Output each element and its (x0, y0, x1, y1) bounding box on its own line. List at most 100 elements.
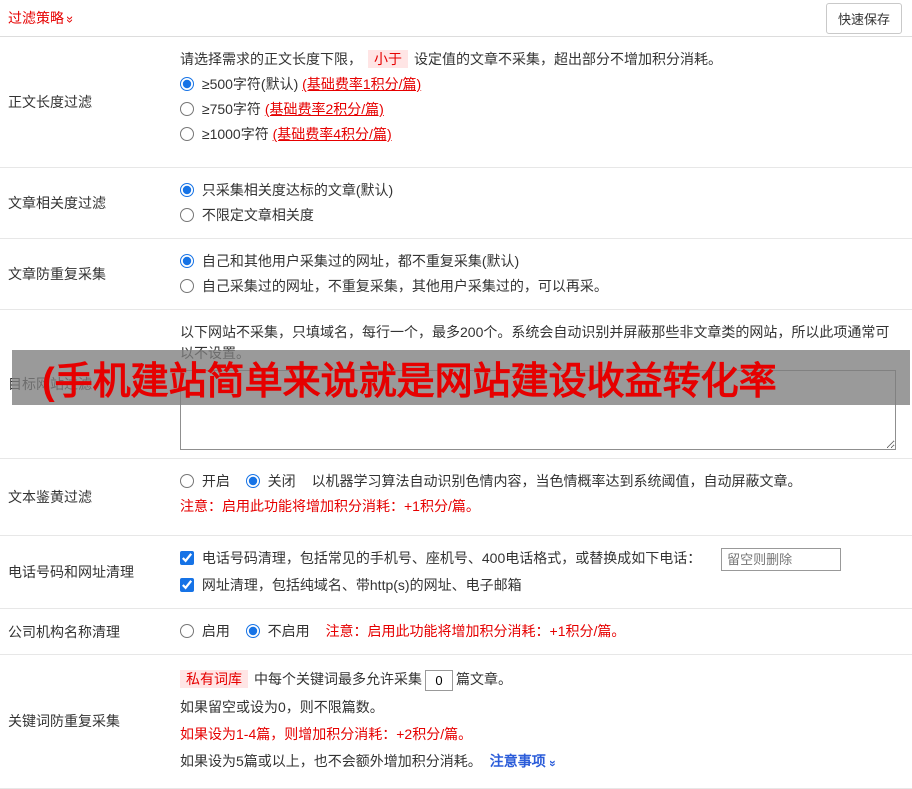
company-clean-label: 公司机构名称清理 (0, 609, 180, 654)
limit-text: 中每个关键词最多允许采集 (254, 671, 422, 687)
row-relevance-filter: 文章相关度过滤 只采集相关度达标的文章(默认) 不限定文章相关度 (0, 168, 912, 239)
dedup-radio-own[interactable] (180, 279, 194, 293)
quick-save-button[interactable]: 快速保存 (826, 3, 902, 34)
row-keyword-dedup: 关键词防重复采集 私有词库中每个关键词最多允许采集 篇文章。 如果留空或设为0，则… (0, 655, 912, 789)
company-radio-on[interactable] (180, 624, 194, 638)
phone-clean-option[interactable]: 电话号码清理，包括常见的手机号、座机号、400电话格式，或替换成如下电话： (180, 550, 705, 566)
row-label-text: 正文长度过滤 (8, 92, 92, 112)
page-title: 过滤策略 (8, 10, 64, 26)
url-clean-option[interactable]: 网址清理，包括纯域名、带http(s)的网址、电子邮箱 (180, 577, 522, 593)
company-radio-off[interactable] (246, 624, 260, 638)
header-bar: 过滤策略» 快速保存 (0, 0, 912, 37)
porn-radio-on[interactable] (180, 474, 194, 488)
row-label-text: 公司机构名称清理 (8, 622, 120, 642)
url-clean-checkbox[interactable] (180, 578, 194, 592)
length-intro: 请选择需求的正文长度下限， 小于设定值的文章不采集，超出部分不增加积分消耗。 (180, 49, 902, 70)
notice-link[interactable]: 注意事项» (490, 753, 556, 769)
row-length-filter: 正文长度过滤 请选择需求的正文长度下限， 小于设定值的文章不采集，超出部分不增加积… (0, 37, 912, 168)
relevance-option-any[interactable]: 不限定文章相关度 (180, 207, 314, 223)
dedup-option-global[interactable]: 自己和其他用户采集过的网址，都不重复采集(默认) (180, 253, 519, 269)
phone-clean-checkbox[interactable] (180, 551, 194, 565)
length-option-1000[interactable]: ≥1000字符 (基础费率4积分/篇) (180, 126, 392, 142)
company-clean-note: 注意：启用此功能将增加积分消耗：+1积分/篇。 (326, 623, 626, 639)
row-label-text: 文章相关度过滤 (8, 193, 106, 213)
option-label: ≥1000字符 (202, 126, 273, 142)
porn-filter-desc: 以机器学习算法自动识别色情内容，当色情概率达到系统阈值，自动屏蔽文章。 (312, 473, 802, 489)
notice-link-label: 注意事项 (490, 753, 546, 769)
option-label: 自己采集过的网址，不重复采集，其他用户采集过的，可以再采。 (202, 278, 608, 294)
porn-filter-content: 开启 关闭 以机器学习算法自动识别色情内容，当色情概率达到系统阈值，自动屏蔽文章… (180, 459, 912, 535)
intro-suffix: 设定值的文章不采集，超出部分不增加积分消耗。 (414, 51, 722, 67)
length-filter-label: 正文长度过滤 (0, 37, 180, 167)
option-label: 只采集相关度达标的文章(默认) (202, 182, 393, 198)
keyword-limit-row: 私有词库中每个关键词最多允许采集 篇文章。 (180, 669, 902, 691)
porn-option-row: 开启 关闭 以机器学习算法自动识别色情内容，当色情概率达到系统阈值，自动屏蔽文章… (180, 471, 902, 492)
row-label-text: 文章防重复采集 (8, 264, 106, 284)
dedup-option-own[interactable]: 自己采集过的网址，不重复采集，其他用户采集过的，可以再采。 (180, 278, 608, 294)
phone-url-clean-label: 电话号码和网址清理 (0, 536, 180, 608)
relevance-option-strict[interactable]: 只采集相关度达标的文章(默认) (180, 182, 393, 198)
dedup-radio-global[interactable] (180, 254, 194, 268)
keyword-note-five: 如果设为5篇或以上，也不会额外增加积分消耗。注意事项» (180, 751, 902, 774)
relevance-radio-any[interactable] (180, 208, 194, 222)
watermark-text: (手机建站简单来说就是网站建设收益转化率 (12, 350, 777, 405)
dedup-option-row: 自己采集过的网址，不重复采集，其他用户采集过的，可以再采。 (180, 276, 902, 297)
length-filter-content: 请选择需求的正文长度下限， 小于设定值的文章不采集，超出部分不增加积分消耗。 ≥5… (180, 37, 912, 167)
option-label: 不启用 (268, 623, 310, 639)
length-option-row: ≥750字符 (基础费率2积分/篇) (180, 99, 902, 120)
url-clean-row: 网址清理，包括纯域名、带http(s)的网址、电子邮箱 (180, 575, 902, 596)
note-text: 如果设为5篇或以上，也不会额外增加积分消耗。 (180, 753, 482, 769)
porn-filter-label: 文本鉴黄过滤 (0, 459, 180, 535)
dedup-filter-content: 自己和其他用户采集过的网址，都不重复采集(默认) 自己采集过的网址，不重复采集，… (180, 239, 912, 309)
limit-suffix: 篇文章。 (456, 671, 512, 687)
option-label: 网址清理，包括纯域名、带http(s)的网址、电子邮箱 (202, 577, 522, 593)
company-option-on[interactable]: 启用 (180, 623, 234, 639)
length-radio-500[interactable] (180, 77, 194, 91)
porn-radio-off[interactable] (246, 474, 260, 488)
keyword-note-cost: 如果设为1-4篇，则增加积分消耗：+2积分/篇。 (180, 724, 902, 745)
keyword-limit-input[interactable] (425, 670, 453, 691)
filter-strategy-toggle[interactable]: 过滤策略» (8, 8, 74, 28)
length-radio-750[interactable] (180, 102, 194, 116)
intro-prefix: 请选择需求的正文长度下限， (180, 51, 362, 67)
option-fee-note: (基础费率4积分/篇) (273, 126, 392, 142)
length-option-row: ≥1000字符 (基础费率4积分/篇) (180, 124, 902, 145)
phone-clean-row: 电话号码清理，包括常见的手机号、座机号、400电话格式，或替换成如下电话： (180, 548, 902, 571)
row-label-text: 关键词防重复采集 (8, 711, 120, 731)
keyword-note-unlimited: 如果留空或设为0，则不限篇数。 (180, 697, 902, 718)
dedup-filter-label: 文章防重复采集 (0, 239, 180, 309)
replacement-phone-input[interactable] (721, 548, 841, 571)
relevance-radio-strict[interactable] (180, 183, 194, 197)
row-label-text: 文本鉴黄过滤 (8, 487, 92, 507)
row-porn-filter: 文本鉴黄过滤 开启 关闭 以机器学习算法自动识别色情内容，当色情概率达到系统阈值… (0, 459, 912, 536)
option-label: 关闭 (268, 473, 296, 489)
relevance-option-row: 只采集相关度达标的文章(默认) (180, 180, 902, 201)
row-label-text: 电话号码和网址清理 (8, 562, 134, 582)
option-label: ≥750字符 (202, 101, 265, 117)
company-clean-content: 启用 不启用 注意：启用此功能将增加积分消耗：+1积分/篇。 (180, 609, 912, 654)
chevron-down-icon: » (63, 16, 78, 23)
porn-option-off[interactable]: 关闭 (246, 473, 300, 489)
less-than-badge: 小于 (368, 50, 408, 68)
row-company-clean: 公司机构名称清理 启用 不启用 注意：启用此功能将增加积分消耗：+1积分/篇。 (0, 609, 912, 655)
company-option-row: 启用 不启用 注意：启用此功能将增加积分消耗：+1积分/篇。 (180, 621, 902, 642)
dedup-option-row: 自己和其他用户采集过的网址，都不重复采集(默认) (180, 251, 902, 272)
length-option-750[interactable]: ≥750字符 (基础费率2积分/篇) (180, 101, 384, 117)
option-label: 不限定文章相关度 (202, 207, 314, 223)
option-label: 电话号码清理，包括常见的手机号、座机号、400电话格式，或替换成如下电话： (202, 550, 701, 566)
option-label: 开启 (202, 473, 230, 489)
watermark-overlay: (手机建站简单来说就是网站建设收益转化率 (12, 350, 910, 405)
option-label: ≥500字符(默认) (202, 76, 302, 92)
option-fee-note: (基础费率2积分/篇) (265, 101, 384, 117)
private-lexicon-badge: 私有词库 (180, 670, 248, 688)
relevance-option-row: 不限定文章相关度 (180, 205, 902, 226)
porn-option-on[interactable]: 开启 (180, 473, 234, 489)
company-option-off[interactable]: 不启用 (246, 623, 314, 639)
row-dedup-filter: 文章防重复采集 自己和其他用户采集过的网址，都不重复采集(默认) 自己采集过的网… (0, 239, 912, 310)
option-fee-note: (基础费率1积分/篇) (302, 76, 421, 92)
length-option-500[interactable]: ≥500字符(默认) (基础费率1积分/篇) (180, 76, 421, 92)
length-option-row: ≥500字符(默认) (基础费率1积分/篇) (180, 74, 902, 95)
row-phone-url-clean: 电话号码和网址清理 电话号码清理，包括常见的手机号、座机号、400电话格式，或替… (0, 536, 912, 609)
length-radio-1000[interactable] (180, 127, 194, 141)
relevance-filter-content: 只采集相关度达标的文章(默认) 不限定文章相关度 (180, 168, 912, 238)
